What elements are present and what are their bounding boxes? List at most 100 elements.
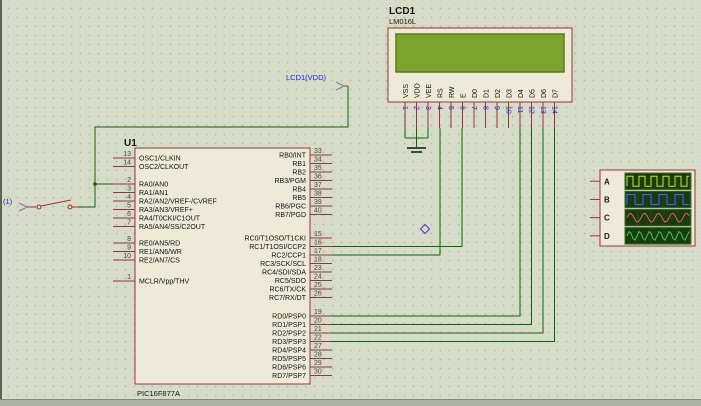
lcd-pin-name: RW (449, 86, 456, 98)
mcu-pin-name: RC7/RX/DT (269, 295, 307, 302)
mcu-pin-number: 4 (127, 194, 131, 201)
mcu-pin-number: 36 (314, 174, 322, 181)
mcu-pin-number: 15 (314, 231, 322, 238)
mcu-pin-name: RB6/PGC (275, 204, 306, 211)
lcd-pin-number: 12 (528, 106, 535, 114)
mcu-pin-name: RB4 (292, 187, 306, 194)
lcd-pin-name: D3 (507, 89, 514, 98)
scope-channel-label: B (604, 195, 610, 204)
mcu-pin-number: 34 (314, 157, 322, 164)
ground-symbol[interactable] (404, 128, 429, 153)
scope-channel-screen (624, 227, 692, 245)
switch-contact-right[interactable] (67, 204, 73, 210)
mcu-pin-number: 1 (127, 274, 131, 281)
mcu-pin-name: OSC2/CLKOUT (139, 164, 189, 171)
mcu-pin-number: 22 (314, 335, 322, 342)
mcu-pin-name: RB1 (292, 161, 306, 168)
scope-channel-screen (624, 208, 692, 227)
mcu-pin-number: 40 (314, 208, 322, 215)
lcd-model-label[interactable]: LM016L (389, 17, 416, 26)
scope-channel-label: D (604, 232, 610, 241)
wire-lcd-e[interactable] (332, 128, 463, 247)
mcu-pin-number: 26 (314, 291, 322, 298)
input-terminal-label[interactable]: (1) (3, 197, 13, 206)
lcd-pin-name: D0 (472, 89, 479, 98)
wire-lcd-d7[interactable] (332, 128, 555, 342)
mcu-pin-name: RD2/PSP2 (272, 331, 306, 338)
lcd-pin-number: 11 (516, 106, 523, 113)
switch-contact-left[interactable] (36, 204, 42, 210)
mcu-pin-name: RD6/PSP6 (272, 365, 306, 372)
mcu-ref-label[interactable]: U1 (124, 138, 137, 149)
mcu-value-label[interactable]: PIC16F877A (137, 389, 180, 398)
mcu-pin-name: RB7/PGD (275, 212, 306, 219)
mcu-pin-number: 24 (314, 274, 322, 281)
lcd-pin-name: VDD (415, 83, 422, 98)
lcd-pin-name: RS (438, 88, 445, 98)
mcu-pin-name: RC4/SDI/SDA (262, 270, 306, 277)
mcu-pin-number: 9 (127, 245, 131, 252)
mcu-pin-number: 7 (127, 220, 131, 227)
lcd-pin-name: VSS (403, 84, 410, 98)
lcd-pin-number: 1 (401, 106, 408, 110)
mcu-pin-name: RB5 (292, 195, 306, 202)
mcu-pin-name: RD5/PSP5 (272, 356, 306, 363)
lcd-pin-name: E (461, 93, 468, 98)
mcu-pin-name: RB3/PGM (274, 178, 306, 185)
mcu-pin-number: 2 (127, 177, 131, 184)
lcd-pin-number: 13 (539, 106, 546, 114)
mcu-pin-name: RE1/AN6/WR (139, 249, 182, 256)
lcd-pin-name: D5 (530, 89, 537, 98)
canvas-bottom-scrollbar[interactable] (0, 399, 701, 406)
lcd-screen (395, 33, 565, 73)
input-terminal-icon[interactable] (18, 202, 29, 212)
mcu-pin-number: 25 (314, 282, 322, 289)
lcd-pin-name: D2 (495, 89, 502, 98)
scope-channel-label: C (604, 214, 610, 223)
wire-lcd-d4[interactable] (332, 128, 521, 317)
mcu-pin-name: RC0/T1OSO/T1CKI (245, 236, 307, 243)
lcd-pin-number: 6 (459, 106, 466, 110)
lcd-pin-name: D4 (518, 89, 525, 98)
mcu-pin-name: RB2 (292, 170, 306, 177)
mcu-pin-name: RA3/AN3/VREF+ (139, 207, 193, 214)
schematic-canvas[interactable]: U1 PIC16F877A LCD1 LM016L LCD1(VDD) (1) … (0, 0, 701, 406)
switch-component[interactable] (18, 199, 78, 212)
lcd-pin-name: D1 (484, 89, 491, 98)
mcu-pin-name: RD7/PSP7 (272, 373, 306, 380)
mcu-pin-name: OSC1/CLKIN (139, 156, 181, 163)
mcu-pin-number: 27 (314, 343, 322, 350)
lcd-pin-number: 4 (436, 106, 443, 110)
mcu-pin-number: 39 (314, 199, 322, 206)
lcd-pin-number: 7 (470, 106, 477, 110)
mcu-pin-number: 37 (314, 182, 322, 189)
mcu-pin-name: RA2/AN2/VREF-/CVREF (139, 199, 217, 206)
mcu-pin-number: 38 (314, 191, 322, 198)
mcu-pin-number: 18 (314, 257, 322, 264)
scope-channel-label: A (604, 177, 610, 186)
wire-lcd-d6[interactable] (332, 128, 544, 334)
mcu-pin-number: 10 (123, 253, 131, 260)
mcu-pin-name: RA1/AN1 (139, 190, 168, 197)
canvas-left-border (0, 0, 2, 406)
mcu-pin-number: 23 (314, 265, 322, 272)
switch-lever[interactable] (40, 199, 72, 207)
mcu-pin-number: 20 (314, 318, 322, 325)
lcd-pin-number: 9 (493, 106, 500, 110)
lcd-pin-number: 8 (482, 106, 489, 110)
mcu-pin-name: RB0/INT (279, 153, 307, 160)
mcu-pin-number: 21 (314, 326, 322, 333)
power-terminal-icon[interactable] (335, 81, 346, 91)
mcu-pin-number: 14 (123, 160, 131, 167)
lcd-ref-label[interactable]: LCD1 (389, 6, 416, 17)
power-terminal-label[interactable]: LCD1(VDD) (286, 73, 327, 82)
mcu-pin-number: 5 (127, 203, 131, 210)
wire-lcd-d5[interactable] (332, 128, 532, 325)
mcu-pin-name: RD4/PSP4 (272, 348, 306, 355)
mcu-pin-number: 13 (123, 151, 131, 158)
mcu-pin-name: RA4/T0CKI/C1OUT (139, 216, 201, 223)
power-terminal[interactable] (335, 81, 348, 91)
lcd-pin-number: 10 (505, 106, 512, 114)
lcd-pin-name: VEE (426, 84, 433, 98)
mcu-pin-number: 16 (314, 240, 322, 247)
